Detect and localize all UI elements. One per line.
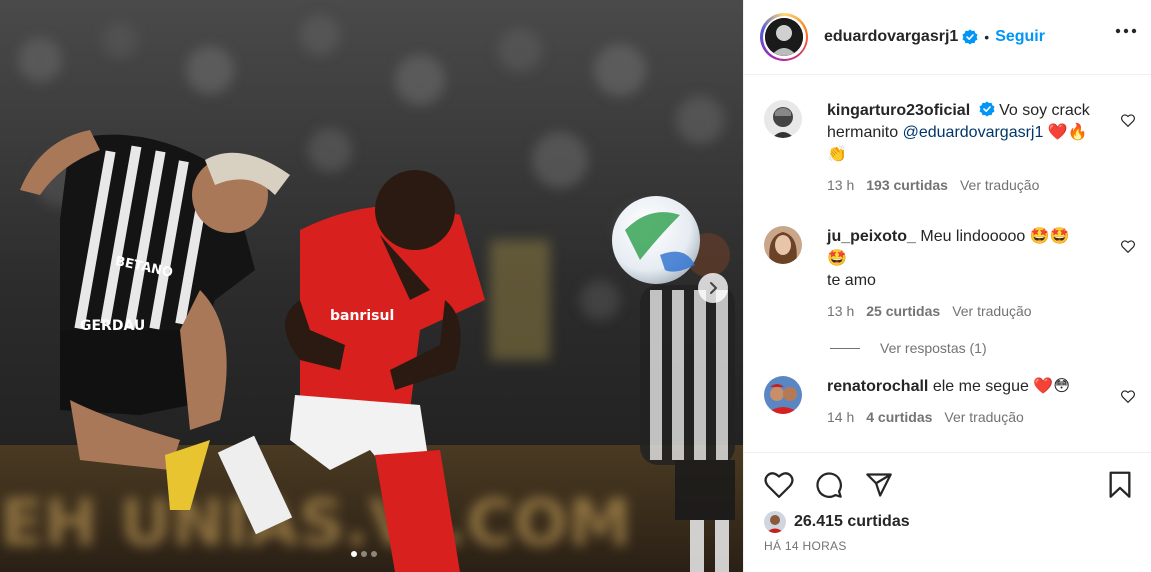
comment-icon bbox=[816, 472, 842, 498]
replies-divider bbox=[830, 347, 860, 349]
comment-button[interactable] bbox=[814, 470, 844, 500]
post-actions: 26.415 curtidas HÁ 14 HORAS bbox=[744, 452, 1151, 553]
chevron-right-icon bbox=[710, 282, 717, 294]
likes-summary[interactable]: 26.415 curtidas bbox=[764, 511, 1135, 533]
translate-link[interactable]: Ver tradução bbox=[944, 406, 1023, 428]
comment-text: ele me segue bbox=[932, 378, 1029, 395]
comment-emojis: 👏 bbox=[827, 146, 847, 163]
carousel-dot bbox=[371, 551, 377, 557]
post-author-username[interactable]: eduardovargasrj1 bbox=[824, 28, 958, 46]
comment-time[interactable]: 13 h bbox=[827, 174, 854, 196]
comment-likes[interactable]: 193 curtidas bbox=[866, 174, 948, 196]
svg-text:EH UNIAS.VI.COM: EH UNIAS.VI.COM bbox=[0, 487, 632, 561]
carousel-dot bbox=[351, 551, 357, 557]
view-replies-button[interactable]: Ver respostas (1) bbox=[830, 340, 1135, 356]
comment-emojis: 🤩 bbox=[827, 250, 847, 267]
comment-item: kingarturo23oficial Vo soy crack hermani… bbox=[764, 100, 1135, 196]
translate-link[interactable]: Ver tradução bbox=[952, 300, 1031, 322]
share-button[interactable] bbox=[864, 470, 894, 500]
comment-meta: 13 h 25 curtidas Ver tradução bbox=[827, 300, 1117, 322]
like-button[interactable] bbox=[764, 470, 794, 500]
svg-text:GERDAU: GERDAU bbox=[80, 318, 145, 334]
mention-link[interactable]: @eduardovargasrj1 bbox=[903, 124, 1044, 141]
post-header: eduardovargasrj1 • Seguir bbox=[744, 0, 1151, 75]
post-media[interactable]: EH UNIAS.VI.COM banrisul GERDAU BETANO bbox=[0, 0, 743, 572]
next-slide-button[interactable] bbox=[698, 273, 728, 303]
avatar[interactable] bbox=[764, 226, 802, 264]
comment-emojis: ❤️🔥 bbox=[1047, 124, 1088, 141]
comment-time[interactable]: 13 h bbox=[827, 300, 854, 322]
comment-text: te amo bbox=[827, 272, 876, 289]
translate-link[interactable]: Ver tradução bbox=[960, 174, 1039, 196]
comment-text: Meu lindooooo bbox=[920, 228, 1026, 245]
carousel-dot bbox=[361, 551, 367, 557]
comment-username[interactable]: ju_peixoto_ bbox=[827, 228, 916, 245]
like-comment-heart-icon[interactable] bbox=[1121, 240, 1135, 253]
comment-likes[interactable]: 25 curtidas bbox=[866, 300, 940, 322]
like-comment-heart-icon[interactable] bbox=[1121, 390, 1135, 403]
verified-badge-icon bbox=[962, 29, 978, 45]
comment-meta: 14 h 4 curtidas Ver tradução bbox=[827, 406, 1117, 428]
view-replies-label: Ver respostas (1) bbox=[880, 340, 987, 356]
send-icon bbox=[866, 473, 892, 497]
save-button[interactable] bbox=[1105, 470, 1135, 500]
avatar bbox=[764, 511, 786, 533]
likes-count[interactable]: 26.415 curtidas bbox=[794, 513, 910, 531]
comment-item: ju_peixoto_ Meu lindooooo 🤩🤩 🤩 te amo 13… bbox=[764, 226, 1135, 322]
follow-button[interactable]: Seguir bbox=[995, 28, 1045, 46]
profile-photo bbox=[765, 18, 803, 56]
avatar[interactable] bbox=[764, 376, 802, 414]
comment-username[interactable]: renatorochall bbox=[827, 378, 928, 395]
comment-meta: 13 h 193 curtidas Ver tradução bbox=[827, 174, 1117, 196]
like-comment-heart-icon[interactable] bbox=[1121, 114, 1135, 127]
carousel-indicator bbox=[351, 551, 377, 557]
verified-badge-icon bbox=[979, 101, 995, 117]
comment-emojis: 🤩🤩 bbox=[1029, 228, 1070, 245]
bookmark-icon bbox=[1109, 471, 1131, 498]
comment-username[interactable]: kingarturo23oficial bbox=[827, 102, 970, 119]
post-panel: eduardovargasrj1 • Seguir kingarturo23of… bbox=[743, 0, 1151, 572]
comment-emojis: ❤️😳 bbox=[1033, 378, 1070, 395]
avatar[interactable] bbox=[760, 13, 808, 61]
comment-item: renatorochall ele me segue ❤️😳 14 h 4 cu… bbox=[764, 376, 1135, 428]
svg-text:banrisul: banrisul bbox=[330, 308, 394, 324]
more-options-icon[interactable] bbox=[1115, 28, 1137, 34]
comments-list[interactable]: kingarturo23oficial Vo soy crack hermani… bbox=[744, 76, 1151, 452]
comment-likes[interactable]: 4 curtidas bbox=[866, 406, 932, 428]
post-photo: EH UNIAS.VI.COM banrisul GERDAU BETANO bbox=[0, 0, 743, 572]
heart-icon bbox=[764, 472, 794, 498]
comment-time[interactable]: 14 h bbox=[827, 406, 854, 428]
post-timestamp[interactable]: HÁ 14 HORAS bbox=[764, 539, 1135, 553]
separator-dot: • bbox=[984, 29, 990, 45]
avatar[interactable] bbox=[764, 100, 802, 138]
